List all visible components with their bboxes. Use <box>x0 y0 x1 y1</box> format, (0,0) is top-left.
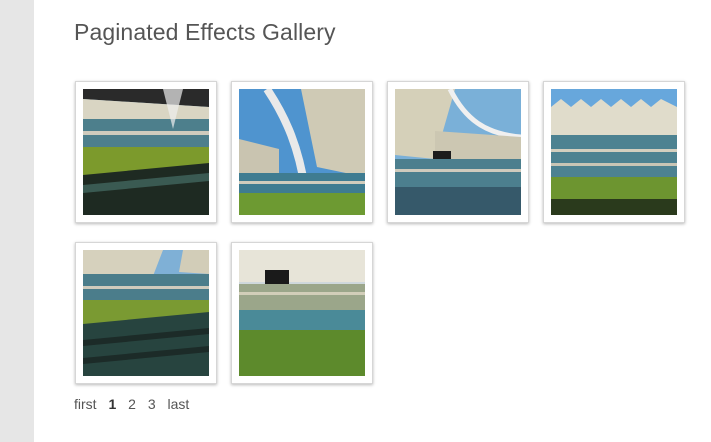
left-sidebar-rail <box>0 0 34 442</box>
main-content: Paginated Effects Gallery first 1 2 3 la… <box>34 0 711 442</box>
stadium-photo-6 <box>239 250 365 376</box>
pagination-last-link[interactable]: last <box>168 396 190 412</box>
gallery-thumbnail-2[interactable] <box>231 81 373 223</box>
stadium-photo-5 <box>83 250 209 376</box>
stadium-photo-4 <box>551 89 677 215</box>
stadium-photo-3 <box>395 89 521 215</box>
pagination-page-1: 1 <box>108 396 117 412</box>
gallery-thumbnail-3[interactable] <box>387 81 529 223</box>
stadium-photo-1 <box>83 89 209 215</box>
gallery-thumbnail-1[interactable] <box>75 81 217 223</box>
gallery-thumbnail-5[interactable] <box>75 242 217 384</box>
pagination-page-2[interactable]: 2 <box>128 396 136 412</box>
gallery-thumbnail-4[interactable] <box>543 81 685 223</box>
gallery-thumbnail-6[interactable] <box>231 242 373 384</box>
pagination-first-link[interactable]: first <box>74 396 97 412</box>
pagination: first 1 2 3 last <box>74 396 197 412</box>
page-title: Paginated Effects Gallery <box>74 19 336 45</box>
stadium-photo-2 <box>239 89 365 215</box>
pagination-page-3[interactable]: 3 <box>148 396 156 412</box>
